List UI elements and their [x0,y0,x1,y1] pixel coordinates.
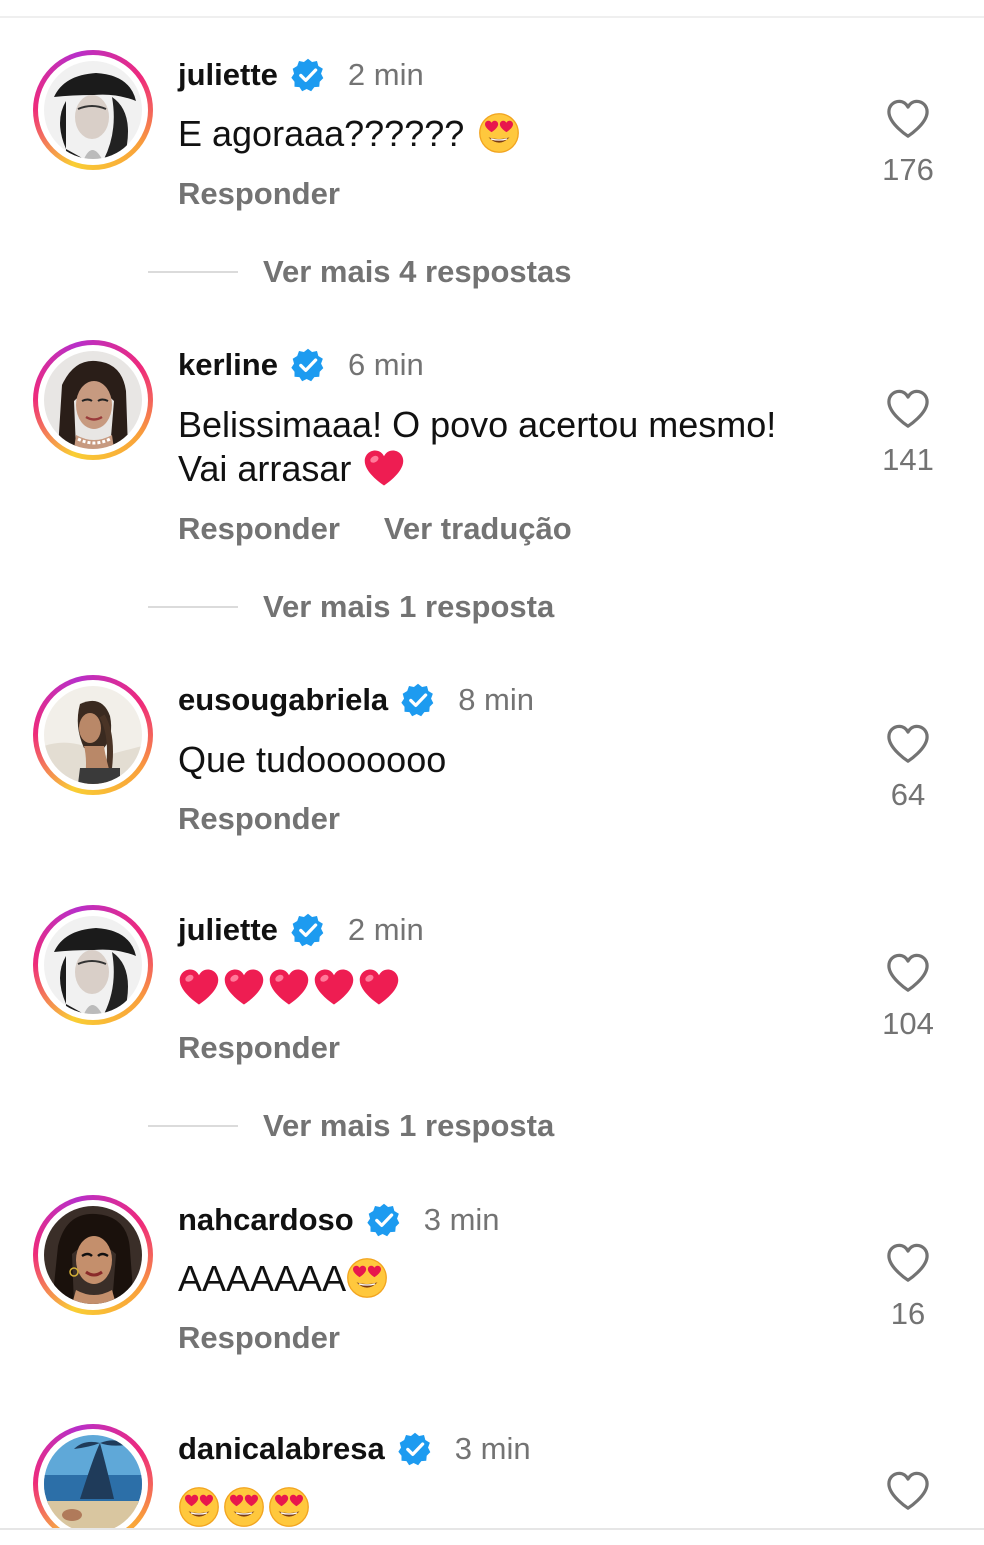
comment-text-content: AAAAAAA [178,1258,347,1299]
reply-button[interactable]: Responder [178,801,340,837]
replies-divider [148,606,238,608]
comment-text: E agoraaa?????? [178,112,520,156]
view-more-replies[interactable]: Ver mais 1 resposta [148,1106,554,1146]
avatar[interactable] [33,1195,153,1315]
avatar-photo-icon [44,1206,142,1304]
red-heart-emoji-icon [358,966,400,1008]
heart-eyes-emoji-icon [478,112,520,154]
comment-text-line: Vai arrasar [178,448,352,489]
like-heart-icon[interactable] [885,723,931,765]
heart-eyes-emoji-icon [346,1257,388,1299]
comment-text-content: E agoraaa?????? [178,113,465,154]
like-heart-icon[interactable] [885,388,931,430]
red-heart-emoji-icon [268,966,310,1008]
avatar-photo-icon [44,351,142,449]
username[interactable]: juliette [178,57,278,93]
verified-badge-icon [290,57,326,93]
like-heart-icon[interactable] [885,98,931,140]
heart-eyes-emoji-icon [178,1486,220,1528]
comment-time: 3 min [423,1202,500,1237]
red-heart-emoji-icon [363,447,405,489]
like-count: 64 [890,777,926,812]
comment-text: Que tudooooooo [178,738,446,782]
avatar[interactable] [33,50,153,170]
heart-eyes-emoji-icon [268,1486,310,1528]
verified-badge-icon [400,682,436,718]
replies-divider [148,1125,238,1127]
like-heart-icon[interactable] [885,1470,931,1512]
like-count: 141 [882,442,934,477]
avatar[interactable] [33,675,153,795]
verified-badge-icon [290,347,326,383]
username[interactable]: eusougabriela [178,682,388,718]
bottom-bar-background [0,1530,984,1545]
verified-badge-icon [397,1431,433,1467]
comment-time: 8 min [458,682,534,717]
comment-time: 2 min [347,912,424,947]
comment-time: 6 min [347,347,424,382]
username[interactable]: kerline [178,347,278,383]
avatar-photo-icon [44,61,142,159]
comment-text: Belissimaaa! O povo acertou mesmo! Vai a… [178,403,776,491]
view-more-replies[interactable]: Ver mais 4 respostas [148,252,571,292]
see-translation-button[interactable]: Ver tradução [384,511,572,547]
comment-time: 2 min [347,57,424,92]
username[interactable]: juliette [178,912,278,948]
red-heart-emoji-icon [178,966,220,1008]
view-more-replies-label[interactable]: Ver mais 4 respostas [263,254,571,290]
view-more-replies[interactable]: Ver mais 1 resposta [148,587,554,627]
comment-text [178,966,400,1010]
like-heart-icon[interactable] [885,952,931,994]
comment-text: AAAAAAA [178,1257,388,1301]
username[interactable]: danicalabresa [178,1431,385,1467]
replies-divider [148,271,238,273]
avatar[interactable] [33,905,153,1025]
comment-time: 3 min [454,1431,531,1466]
like-count: 176 [882,152,934,187]
like-heart-icon[interactable] [885,1242,931,1284]
top-divider [0,16,984,18]
avatar-photo-icon [44,1435,142,1533]
reply-button[interactable]: Responder [178,1030,340,1066]
reply-button[interactable]: Responder [178,511,340,547]
red-heart-emoji-icon [223,966,265,1008]
avatar-photo-icon [44,916,142,1014]
comment-text-content: Que tudooooooo [178,739,447,780]
avatar[interactable] [33,340,153,460]
comment-text [178,1486,310,1530]
reply-button[interactable]: Responder [178,176,340,212]
verified-badge-icon [290,912,326,948]
red-heart-emoji-icon [313,966,355,1008]
avatar[interactable] [33,1424,153,1544]
reply-button[interactable]: Responder [178,1320,340,1356]
heart-eyes-emoji-icon [223,1486,265,1528]
view-more-replies-label[interactable]: Ver mais 1 resposta [263,1108,554,1144]
like-count: 104 [882,1006,934,1041]
bottom-divider [0,1528,984,1530]
like-count: 16 [890,1296,926,1331]
view-more-replies-label[interactable]: Ver mais 1 resposta [263,589,554,625]
avatar-photo-icon [44,686,142,784]
verified-badge-icon [366,1202,402,1238]
username[interactable]: nahcardoso [178,1202,354,1238]
comment-text-line: Belissimaaa! O povo acertou mesmo! [178,404,777,445]
